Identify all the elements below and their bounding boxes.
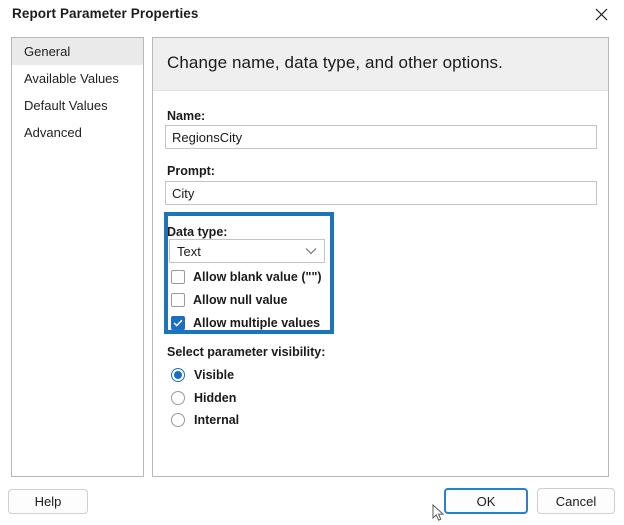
name-label: Name: (167, 109, 206, 123)
allow-blank-value-checkbox[interactable] (171, 270, 185, 284)
visibility-option-label: Hidden (194, 391, 237, 405)
sidebar-item-label: Available Values (24, 71, 119, 86)
sidebar-item-general[interactable]: General (12, 38, 143, 65)
content-header: Change name, data type, and other option… (153, 38, 608, 91)
visibility-option-label: Visible (194, 368, 235, 382)
data-type-selected-value: Text (177, 243, 201, 259)
sidebar-item-default-values[interactable]: Default Values (12, 92, 143, 119)
close-button[interactable] (580, 0, 622, 28)
visibility-label: Select parameter visibility: (167, 345, 326, 359)
prompt-input[interactable] (165, 181, 597, 205)
sidebar-item-label: Default Values (24, 98, 108, 113)
allow-blank-value-label: Allow blank value ("") (193, 270, 322, 284)
window-title: Report Parameter Properties (12, 6, 199, 21)
help-button[interactable]: Help (8, 489, 88, 514)
allow-multiple-values-checkbox[interactable] (171, 316, 185, 330)
visibility-option-label: Internal (194, 413, 240, 427)
page-title: Change name, data type, and other option… (167, 53, 503, 72)
radio-hidden[interactable] (171, 391, 185, 405)
visibility-option-internal[interactable]: Internal (171, 411, 239, 429)
sidebar-item-advanced[interactable]: Advanced (12, 119, 143, 146)
chevron-down-icon (305, 247, 317, 255)
sidebar-item-available-values[interactable]: Available Values (12, 65, 143, 92)
radio-internal[interactable] (171, 413, 185, 427)
data-type-select[interactable]: Text (169, 239, 325, 263)
cancel-button[interactable]: Cancel (537, 488, 615, 514)
title-bar: Report Parameter Properties (0, 0, 624, 28)
visibility-option-hidden[interactable]: Hidden (171, 389, 236, 407)
close-icon (595, 8, 608, 21)
radio-visible[interactable] (171, 368, 185, 382)
allow-null-value-checkbox-row[interactable]: Allow null value (171, 291, 287, 309)
sidebar-item-label: Advanced (24, 125, 82, 140)
allow-multiple-values-label: Allow multiple values (193, 316, 321, 330)
visibility-option-visible[interactable]: Visible (171, 366, 234, 384)
allow-blank-value-checkbox-row[interactable]: Allow blank value ("") (171, 268, 322, 286)
sidebar-nav: General Available Values Default Values … (11, 37, 144, 477)
data-type-label: Data type: (167, 225, 228, 239)
ok-button[interactable]: OK (444, 488, 528, 514)
allow-null-value-label: Allow null value (193, 293, 288, 307)
name-input[interactable] (165, 125, 597, 149)
sidebar-item-label: General (24, 44, 71, 59)
allow-null-value-checkbox[interactable] (171, 293, 185, 307)
allow-multiple-values-checkbox-row[interactable]: Allow multiple values (171, 314, 320, 332)
prompt-label: Prompt: (167, 164, 215, 178)
